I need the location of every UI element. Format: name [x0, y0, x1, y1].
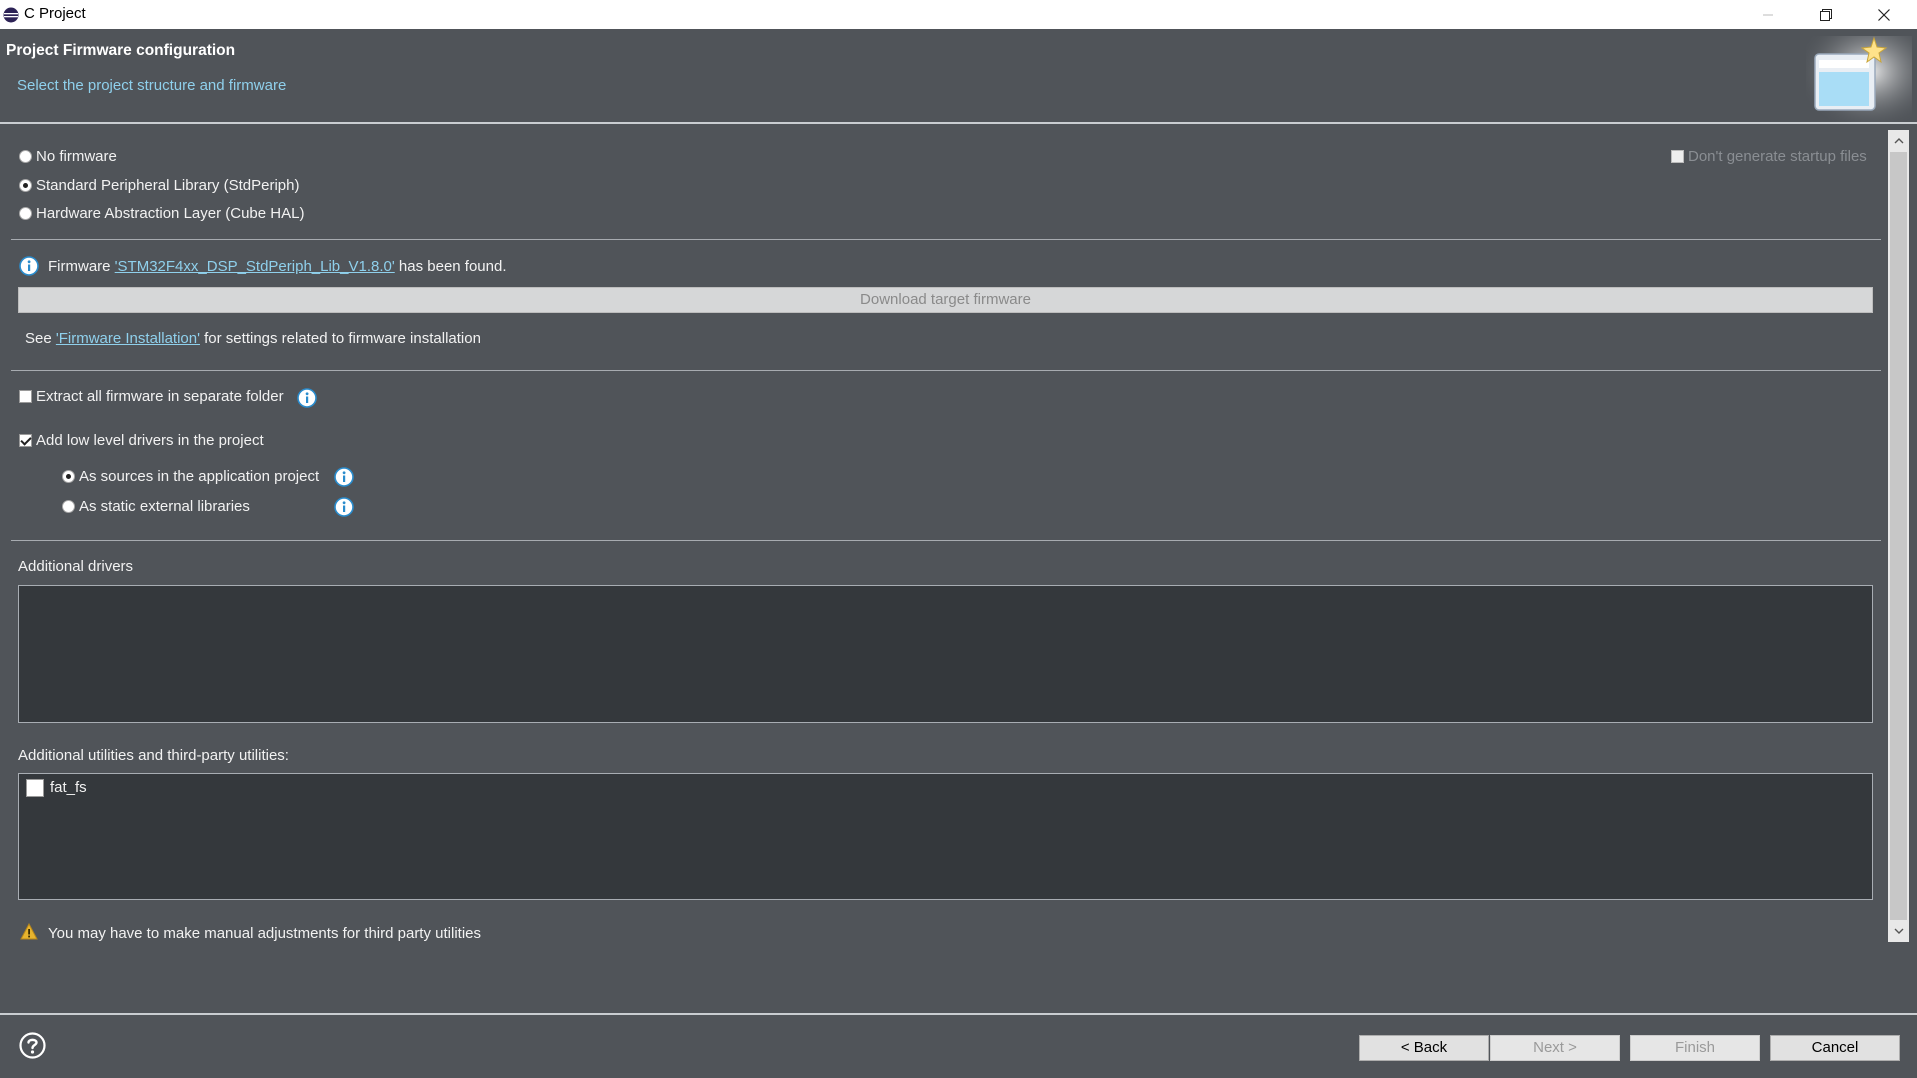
installation-note-suffix: for settings related to firmware install…: [199, 330, 481, 347]
help-icon[interactable]: [19, 1032, 46, 1059]
scroll-down-icon: [1894, 928, 1903, 934]
minimize-icon: [1763, 14, 1773, 15]
info-icon[interactable]: [297, 388, 317, 408]
wizard-banner-icon: [1806, 36, 1912, 124]
finish-button[interactable]: Finish: [1630, 1035, 1760, 1061]
scroll-up-icon: [1894, 138, 1903, 144]
extract-firmware-checkbox[interactable]: [19, 390, 32, 403]
firmware-status-prefix: Firmware: [48, 258, 115, 275]
section-separator: [11, 239, 1881, 240]
scroll-up-button[interactable]: [1888, 131, 1909, 151]
minimize-button[interactable]: [1739, 0, 1797, 29]
radio-as-sources-label[interactable]: As sources in the application project: [79, 468, 319, 485]
low-level-drivers-label[interactable]: Add low level drivers in the project: [36, 432, 264, 449]
close-icon: [1878, 8, 1890, 21]
download-firmware-button[interactable]: Download target firmware: [18, 287, 1873, 313]
scroll-thumb[interactable]: [1890, 152, 1907, 920]
eclipse-app-icon: [3, 7, 19, 23]
scroll-down-button[interactable]: [1888, 921, 1909, 941]
footer-separator: [0, 1013, 1917, 1015]
firmware-status-text: Firmware 'STM32F4xx_DSP_StdPeriph_Lib_V1…: [48, 258, 507, 275]
section-separator: [11, 370, 1881, 371]
section-separator: [11, 540, 1881, 541]
radio-std-periph[interactable]: [19, 179, 32, 192]
radio-static-libraries[interactable]: [62, 500, 75, 513]
utilities-list[interactable]: fat_fs: [18, 773, 1873, 900]
page-subtitle: Select the project structure and firmwar…: [17, 77, 287, 94]
fat-fs-checkbox[interactable]: [26, 779, 44, 797]
close-button[interactable]: [1855, 0, 1913, 29]
firmware-name-link[interactable]: 'STM32F4xx_DSP_StdPeriph_Lib_V1.8.0': [115, 258, 395, 275]
third-party-warning: You may have to make manual adjustments …: [48, 925, 481, 942]
installation-note-prefix: See: [25, 330, 56, 347]
radio-static-libraries-label[interactable]: As static external libraries: [79, 498, 250, 515]
info-icon: [19, 256, 39, 276]
radio-cube-hal-label[interactable]: Hardware Abstraction Layer (Cube HAL): [36, 205, 304, 222]
window-title: C Project: [24, 5, 86, 22]
firmware-installation-link[interactable]: 'Firmware Installation': [56, 330, 200, 347]
info-icon[interactable]: [334, 497, 354, 517]
restore-button[interactable]: [1797, 0, 1855, 29]
radio-no-firmware-label[interactable]: No firmware: [36, 148, 117, 165]
radio-as-sources[interactable]: [62, 470, 75, 483]
back-button[interactable]: < Back: [1359, 1035, 1489, 1061]
additional-drivers-label: Additional drivers: [18, 558, 134, 575]
radio-std-periph-label[interactable]: Standard Peripheral Library (StdPeriph): [36, 177, 299, 194]
vertical-scrollbar[interactable]: [1888, 130, 1909, 942]
page-title: Project Firmware configuration: [6, 42, 236, 59]
warning-icon: [20, 923, 38, 940]
info-icon[interactable]: [334, 467, 354, 487]
dont-generate-startup-checkbox[interactable]: [1671, 150, 1684, 163]
header-separator: [0, 122, 1917, 124]
firmware-status-suffix: has been found.: [394, 258, 507, 275]
radio-no-firmware[interactable]: [19, 150, 32, 163]
title-bar: C Project: [0, 0, 1917, 29]
fat-fs-label[interactable]: fat_fs: [50, 779, 87, 796]
list-item[interactable]: fat_fs: [19, 774, 319, 802]
additional-drivers-list[interactable]: [18, 585, 1873, 723]
radio-cube-hal[interactable]: [19, 207, 32, 220]
next-button[interactable]: Next >: [1490, 1035, 1620, 1061]
dont-generate-startup-label: Don't generate startup files: [1688, 148, 1867, 165]
extract-firmware-label[interactable]: Extract all firmware in separate folder: [36, 388, 284, 405]
cancel-button[interactable]: Cancel: [1770, 1035, 1900, 1061]
low-level-drivers-checkbox[interactable]: [19, 434, 32, 447]
restore-icon: [1820, 8, 1832, 21]
utilities-label: Additional utilities and third-party uti…: [18, 747, 289, 764]
installation-note: See 'Firmware Installation' for settings…: [25, 330, 481, 347]
